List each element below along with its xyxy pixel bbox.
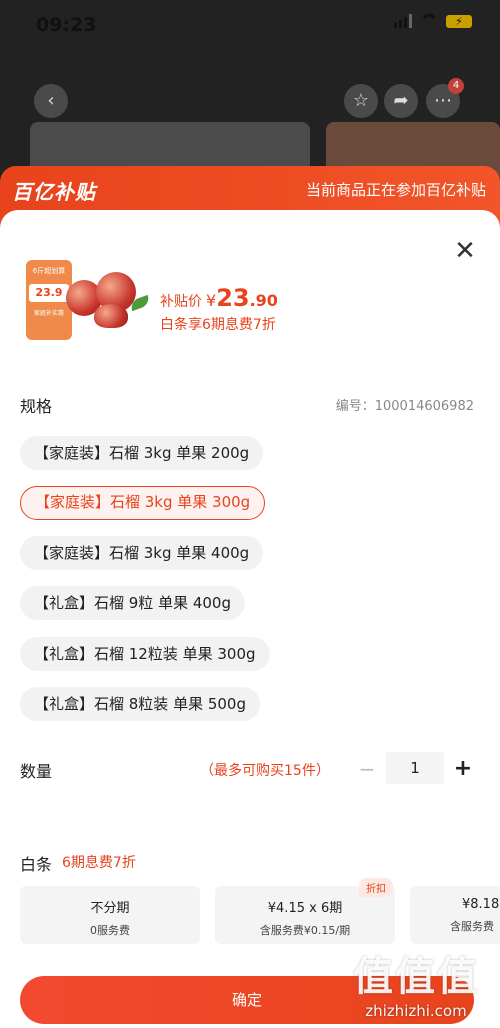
watermark-logo: 值值值 <box>353 954 479 1000</box>
promo-tag-note: 家庭补实惠 <box>33 310 64 317</box>
promo-tag-price: 23.9 <box>29 284 69 302</box>
price-integer: 23 <box>216 284 250 312</box>
installment-option[interactable]: 不分期 0服务费 <box>20 886 200 944</box>
quantity-title: 数量 <box>20 762 53 781</box>
status-icons: ⚡ <box>394 14 472 28</box>
spec-option[interactable]: 【家庭装】石榴 3kg 单果 300g <box>20 486 266 520</box>
discount-tag: 折扣 <box>359 878 393 897</box>
baitiao-offer: 白条享6期息费7折 <box>160 317 276 333</box>
favorite-star-icon[interactable]: ☆ <box>344 84 378 118</box>
quantity-minus-button[interactable]: − <box>356 756 378 782</box>
subsidy-banner-text: 当前商品正在参加百亿补贴 <box>305 181 486 199</box>
watermark-site: zhizhizhi.com <box>365 1002 467 1020</box>
more-badge: 4 <box>448 78 464 94</box>
spec-option[interactable]: 【礼盒】石榴 9粒 单果 400g <box>20 586 246 620</box>
watermark: 值值值 zhizhizhi.com <box>346 944 486 1024</box>
baitiao-title: 白条 <box>20 855 53 874</box>
baitiao-subtitle: 6期息费7折 <box>62 855 136 871</box>
quantity-input[interactable]: 1 <box>386 752 444 784</box>
quantity-plus-button[interactable]: + <box>452 756 474 782</box>
installment-main: ¥4.15 x 6期 <box>267 901 343 916</box>
subsidy-logo: 百亿补贴 <box>12 180 96 204</box>
price-label: 补贴价 <box>160 294 202 310</box>
installment-fee: 0服务费 <box>90 924 130 937</box>
spec-option[interactable]: 【礼盒】石榴 12粒装 单果 300g <box>20 637 270 671</box>
wifi-icon <box>420 14 438 28</box>
promo-tag: 6斤超划算 23.9 家庭补实惠 <box>26 260 72 340</box>
status-bar: 09:23 ⚡ <box>0 0 500 44</box>
spec-option[interactable]: 【礼盒】石榴 8粒装 单果 500g <box>20 687 261 721</box>
top-nav: ‹ ☆ ➦ ⋯ 4 <box>0 78 500 120</box>
price-currency: ¥ <box>206 291 217 310</box>
price-decimal: .90 <box>249 291 278 310</box>
share-icon[interactable]: ➦ <box>384 84 418 118</box>
installment-main: ¥8.18 <box>462 897 500 912</box>
signal-icon <box>394 14 412 28</box>
quantity-limit: （最多可购买15件） <box>200 763 330 779</box>
installment-main: 不分期 <box>90 901 130 916</box>
installment-option[interactable]: 折扣 ¥4.15 x 6期 含服务费¥0.15/期 <box>215 878 395 944</box>
back-icon[interactable]: ‹ <box>34 84 68 118</box>
sku-number: 编号：100014606982 <box>335 399 474 414</box>
close-icon[interactable]: ✕ <box>452 238 478 264</box>
spec-option[interactable]: 【家庭装】石榴 3kg 单果 400g <box>20 536 264 570</box>
installment-option[interactable]: ¥8.18 含服务费 <box>410 886 500 944</box>
pomegranate-half-image <box>94 304 128 328</box>
subsidy-price: 补贴价 ¥ 23 .90 <box>160 284 278 312</box>
promo-tag-title: 6斤超划算 <box>32 267 66 275</box>
installment-fee: 含服务费¥0.15/期 <box>259 924 351 937</box>
product-image: 6斤超划算 23.9 家庭补实惠 <box>22 258 152 344</box>
installment-fee: 含服务费 <box>450 920 494 933</box>
sku-selection-sheet: ✕ 6斤超划算 23.9 家庭补实惠 补贴价 ¥ 23 .90 白条享6期息费7… <box>0 210 500 1028</box>
status-time: 09:23 <box>36 14 97 36</box>
spec-title: 规格 <box>20 397 53 416</box>
more-icon[interactable]: ⋯ 4 <box>426 78 464 118</box>
battery-icon: ⚡ <box>446 14 472 28</box>
spec-option[interactable]: 【家庭装】石榴 3kg 单果 200g <box>20 436 264 470</box>
